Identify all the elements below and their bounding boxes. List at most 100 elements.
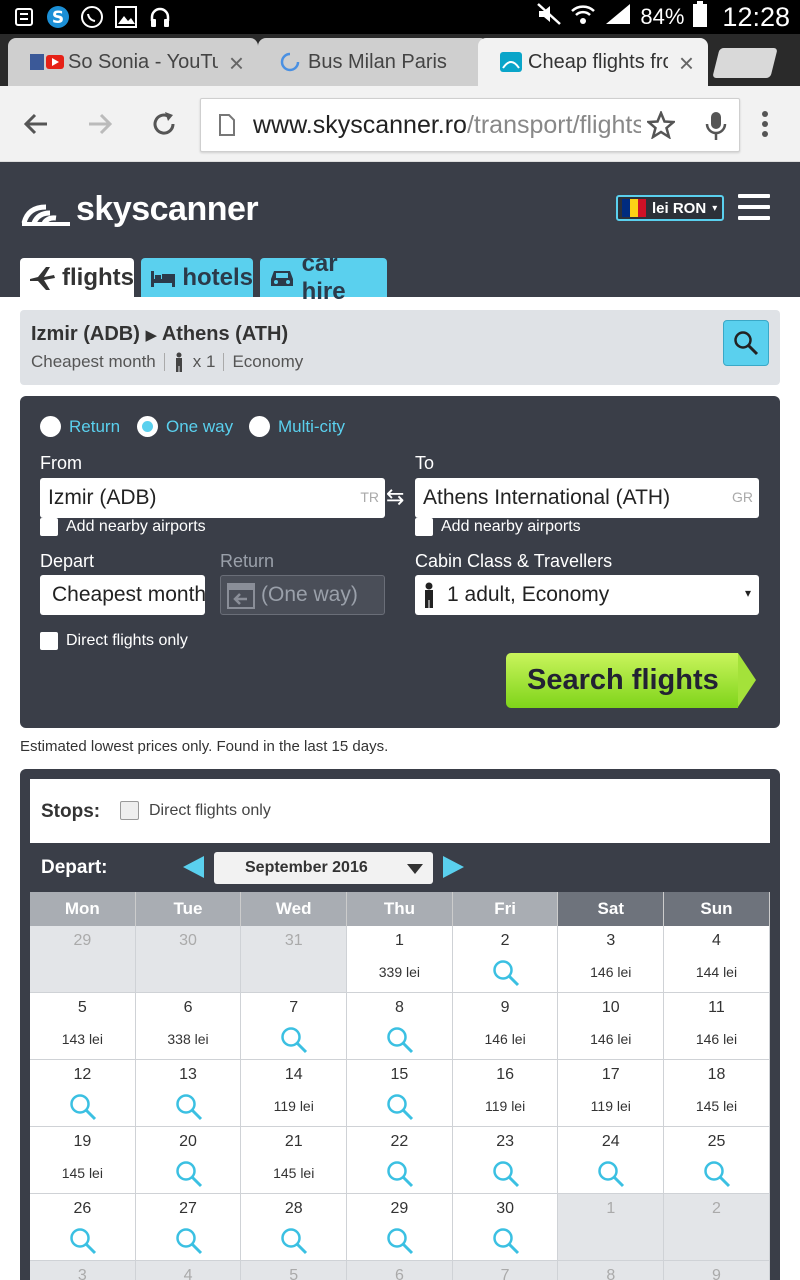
tab-title: So Sonia - YouTube [68,50,218,73]
calendar-day[interactable]: 29 [347,1194,453,1261]
calendar-day-other-month: 31 [241,926,348,993]
search-icon[interactable] [174,1159,204,1194]
weekday-header: Mon [30,892,136,926]
calendar-day[interactable]: 19 145 lei [30,1127,136,1194]
nearby-to-checkbox[interactable]: Add nearby airports [415,518,581,536]
search-icon[interactable] [702,1159,732,1194]
skyscanner-logo[interactable]: skyscanner [20,190,259,229]
to-input[interactable]: Athens International (ATH) GR [415,478,759,518]
tab-label: hotels [182,263,253,291]
search-icon[interactable] [279,1226,309,1261]
radio-one-way[interactable]: One way [137,416,233,437]
calendar-day[interactable]: 10 146 lei [558,993,665,1060]
address-bar[interactable]: www.skyscanner.ro/transport/flights [200,98,740,152]
calendar-day[interactable]: 23 [452,1127,559,1194]
calendar-day[interactable]: 11 146 lei [664,993,770,1060]
calendar-day[interactable]: 24 [558,1127,665,1194]
notes-icon [12,5,36,29]
search-icon[interactable] [385,1159,415,1194]
calendar-day[interactable]: 17 119 lei [558,1060,665,1127]
microphone-icon[interactable] [705,111,727,146]
calendar-day[interactable]: 8 [347,993,453,1060]
search-icon[interactable] [491,1159,521,1194]
search-icon[interactable] [385,1226,415,1261]
close-tab-icon[interactable]: × [679,48,694,79]
bookmark-star-icon[interactable] [645,109,677,144]
nearby-from-checkbox[interactable]: Add nearby airports [40,518,206,536]
checkbox-label: Direct flights only [66,632,188,649]
calendar-day[interactable]: 6 338 lei [135,993,242,1060]
radio-multi-city[interactable]: Multi-city [249,416,345,437]
calendar-day[interactable]: 1 339 lei [347,926,453,993]
calendar-day[interactable]: 26 [30,1194,136,1261]
search-toggle-button[interactable] [723,320,769,366]
tab-car-hire[interactable]: car hire [260,250,387,305]
calendar-day[interactable]: 18 145 lei [664,1060,770,1127]
calendar-day[interactable]: 25 [664,1127,770,1194]
close-tab-icon[interactable]: × [229,48,244,79]
browser-tab[interactable]: So Sonia - YouTube × [8,38,258,86]
browser-tab-strip: So Sonia - YouTube × Bus Milan Paris Che… [0,34,800,86]
swap-icon[interactable]: ⇆ [386,484,404,510]
search-flights-button[interactable]: Search flights [506,653,756,708]
calendar-day[interactable]: 14 119 lei [241,1060,348,1127]
calendar-day[interactable]: 28 [241,1194,348,1261]
search-icon[interactable] [491,1226,521,1261]
search-icon[interactable] [174,1226,204,1261]
next-month-icon[interactable] [443,856,464,878]
search-icon[interactable] [68,1092,98,1127]
calendar-day[interactable]: 2 [452,926,559,993]
url-text[interactable]: www.skyscanner.ro/transport/flights [253,111,641,140]
search-summary[interactable]: Izmir (ADB) ▶ Athens (ATH) Cheapest mont… [20,310,780,385]
day-number: 6 [394,1267,404,1280]
calendar-day[interactable]: 5 143 lei [30,993,136,1060]
new-tab-button[interactable] [712,48,778,78]
day-number: 17 [601,1066,620,1083]
currency-selector[interactable]: lei RON ▾ [616,195,724,221]
day-number: 29 [73,932,92,949]
direct-only-checkbox[interactable]: Direct flights only [120,801,271,820]
calendar-day[interactable]: 15 [347,1060,453,1127]
day-number: 3 [77,1267,87,1280]
calendar-day[interactable]: 22 [347,1127,453,1194]
calendar-day[interactable]: 12 [30,1060,136,1127]
browser-tab-active[interactable]: Cheap flights from × [478,38,708,86]
calendar-day[interactable]: 4 144 lei [664,926,770,993]
tab-flights[interactable]: flights [20,258,134,297]
direct-flights-checkbox[interactable]: Direct flights only [40,632,188,650]
search-icon[interactable] [385,1092,415,1127]
calendar-day[interactable]: 20 [135,1127,242,1194]
calendar-day[interactable]: 27 [135,1194,242,1261]
search-icon[interactable] [174,1092,204,1127]
day-number: 6 [183,999,193,1016]
month-select[interactable]: September 2016 [214,852,433,884]
calendar-day[interactable]: 30 [452,1194,559,1261]
calendar-day[interactable]: 9 146 lei [452,993,559,1060]
browser-tab[interactable]: Bus Milan Paris [258,38,488,86]
from-input[interactable]: Izmir (ADB) TR [40,478,385,518]
calendar-day[interactable]: 7 [241,993,348,1060]
depart-calendar-label: Depart: [41,857,108,878]
tab-hotels[interactable]: hotels [141,258,253,297]
search-icon[interactable] [68,1226,98,1261]
cabin-travellers-select[interactable]: 1 adult, Economy ▾ [415,575,759,615]
previous-month-icon[interactable] [183,856,204,878]
reload-button[interactable] [146,106,182,142]
search-icon[interactable] [385,1025,415,1060]
hamburger-menu-icon[interactable] [738,194,770,220]
loading-icon [280,52,300,72]
back-button[interactable] [18,106,54,142]
calendar-day-other-month: 3 [30,1261,136,1280]
search-icon[interactable] [279,1025,309,1060]
search-icon[interactable] [491,958,521,993]
calendar-day[interactable]: 3 146 lei [558,926,665,993]
calendar-day[interactable]: 21 145 lei [241,1127,348,1194]
depart-date-input[interactable]: Cheapest month [40,575,205,615]
whatsapp-icon [80,5,104,29]
calendar-day[interactable]: 13 [135,1060,242,1127]
forward-button[interactable] [82,106,118,142]
radio-return[interactable]: Return [40,416,120,437]
search-icon[interactable] [596,1159,626,1194]
browser-menu-icon[interactable] [760,110,770,143]
calendar-day[interactable]: 16 119 lei [452,1060,559,1127]
